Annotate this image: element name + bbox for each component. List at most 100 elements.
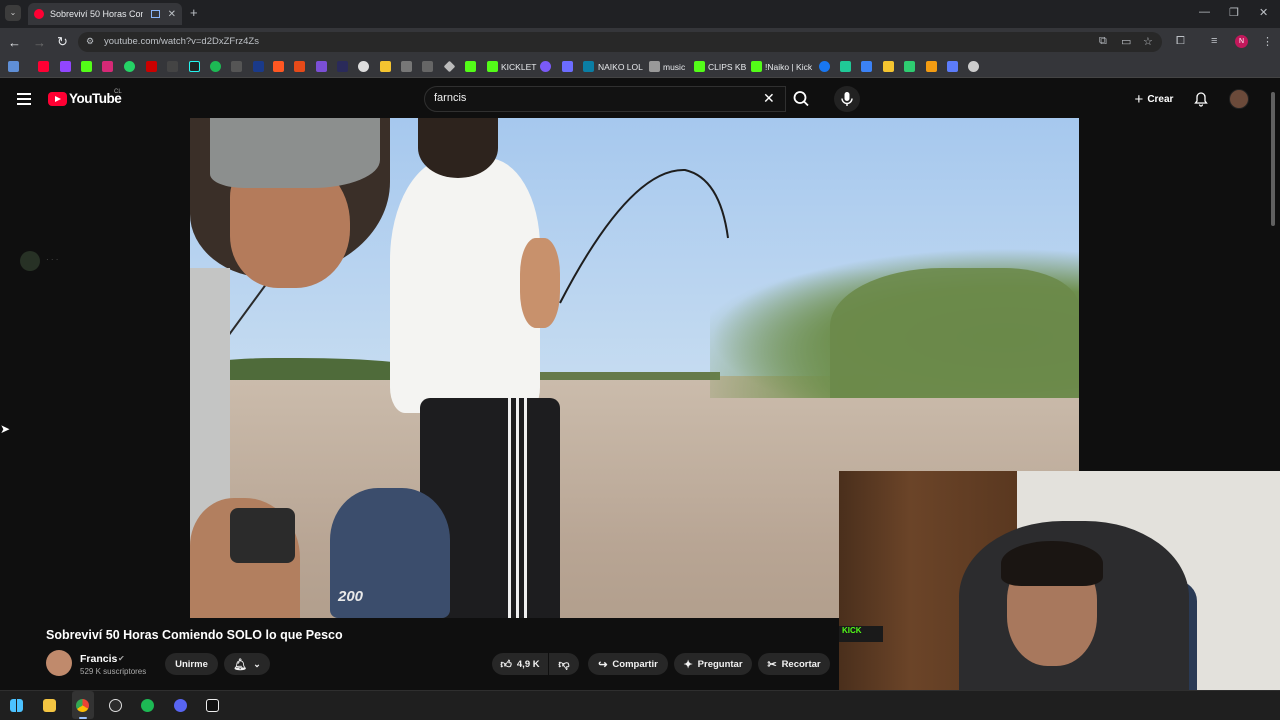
bookmark-music-label[interactable]: music bbox=[663, 62, 685, 72]
bookmark-naiko-kick-label[interactable]: !Naiko | Kick bbox=[765, 62, 812, 72]
ask-button[interactable]: ✦ Preguntar bbox=[674, 653, 752, 675]
bookmark-discord-icon[interactable] bbox=[540, 61, 551, 72]
new-tab-icon[interactable]: + bbox=[190, 5, 198, 20]
restore-icon[interactable]: ❐ bbox=[1229, 6, 1239, 19]
spotify-icon[interactable] bbox=[141, 699, 154, 712]
reload-icon[interactable]: ↻ bbox=[57, 34, 68, 50]
bookmark-kicklet-label[interactable]: KICKLET bbox=[501, 62, 536, 72]
media-control-icon[interactable]: ≡ bbox=[1211, 35, 1217, 47]
bookmark-shield-icon[interactable] bbox=[562, 61, 573, 72]
join-label: Unirme bbox=[175, 658, 208, 670]
channel-name[interactable]: Francis bbox=[80, 653, 117, 665]
bookmark-facebook-icon[interactable] bbox=[819, 61, 830, 72]
youtube-favicon-icon bbox=[34, 9, 44, 19]
site-info-icon[interactable]: ⚙ bbox=[86, 36, 94, 47]
bookmark-s-icon[interactable] bbox=[231, 61, 242, 72]
bookmark-instagram-icon[interactable] bbox=[102, 61, 113, 72]
bookmark-yellow-icon[interactable] bbox=[380, 61, 391, 72]
bookmark-clips-kb-label[interactable]: CLIPS KB bbox=[708, 62, 746, 72]
bookmark-music-icon[interactable] bbox=[649, 61, 660, 72]
chrome-icon[interactable] bbox=[76, 699, 89, 712]
bookmark-twitch-icon[interactable] bbox=[60, 61, 71, 72]
share-button[interactable]: ↪ Compartir bbox=[588, 653, 668, 675]
bookmark-chatgpt-icon[interactable] bbox=[968, 61, 979, 72]
discord-icon[interactable] bbox=[174, 699, 187, 712]
bookmark-kicklet-icon[interactable] bbox=[487, 61, 498, 72]
bookmark-u-icon[interactable] bbox=[926, 61, 937, 72]
minimize-icon[interactable]: — bbox=[1199, 6, 1210, 18]
bookmark-blue-icon[interactable] bbox=[253, 61, 264, 72]
apps-icon[interactable] bbox=[8, 61, 19, 72]
close-window-icon[interactable]: ✕ bbox=[1259, 6, 1268, 19]
bookmark-clips-icon[interactable] bbox=[694, 61, 705, 72]
bookmark-orange-icon[interactable] bbox=[273, 61, 284, 72]
bookmark-naiko-lol-label[interactable]: NAIKO LOL bbox=[598, 62, 643, 72]
sparkle-icon: ✦ bbox=[683, 658, 693, 671]
search-icon bbox=[793, 91, 809, 107]
chevron-down-icon: ⌄ bbox=[253, 658, 261, 669]
join-button[interactable]: Unirme bbox=[165, 653, 218, 675]
translate-icon[interactable]: ⧉ bbox=[1099, 35, 1107, 48]
subscription-bell-button[interactable]: 🔔︎ ⌄ bbox=[224, 653, 270, 675]
notifications-bell-icon[interactable] bbox=[1193, 91, 1209, 112]
thumbs-down-icon: 👎︎ bbox=[558, 658, 570, 671]
search-button[interactable] bbox=[786, 86, 818, 112]
browser-tab-active[interactable]: Sobreviví 50 Horas Comiendo ✕ bbox=[28, 3, 182, 25]
bookmark-purple-icon[interactable] bbox=[316, 61, 327, 72]
youtube-logo-icon[interactable] bbox=[48, 92, 67, 106]
action-camera bbox=[230, 508, 295, 563]
bookmark-naiko-kick-icon[interactable] bbox=[751, 61, 762, 72]
bookmark-spotify-icon[interactable] bbox=[210, 61, 221, 72]
bookmark-plus-icon[interactable] bbox=[904, 61, 915, 72]
bell-icon: 🔔︎ bbox=[233, 658, 248, 671]
bookmark-dark-icon[interactable] bbox=[337, 61, 348, 72]
bookmark-youtube-icon[interactable] bbox=[38, 61, 49, 72]
bookmark-green-icon[interactable] bbox=[465, 61, 476, 72]
windows-start-icon[interactable] bbox=[10, 699, 23, 712]
tab-search-icon[interactable]: ⌄ bbox=[5, 5, 21, 21]
account-avatar[interactable] bbox=[1229, 89, 1249, 109]
verified-check-icon: ✔ bbox=[118, 654, 125, 663]
fisher-arm bbox=[520, 238, 560, 328]
profile-avatar-icon[interactable]: N bbox=[1235, 35, 1248, 48]
bookmark-yellow2-icon[interactable] bbox=[883, 61, 894, 72]
bookmark-tiktok-icon[interactable] bbox=[189, 61, 200, 72]
bookmark-kick-icon[interactable] bbox=[81, 61, 92, 72]
collapsed-sidebar-avatar[interactable] bbox=[20, 251, 40, 271]
bookmark-cat-icon[interactable] bbox=[401, 61, 412, 72]
bookmark-whatsapp-icon[interactable] bbox=[124, 61, 135, 72]
bookmark-lol-icon[interactable] bbox=[583, 61, 594, 72]
bookmark-sync-icon[interactable] bbox=[947, 61, 958, 72]
cast-icon[interactable]: ▭ bbox=[1121, 35, 1131, 48]
channel-avatar[interactable] bbox=[46, 650, 72, 676]
close-tab-icon[interactable]: ✕ bbox=[168, 9, 176, 20]
bookmark-grey-icon[interactable] bbox=[422, 61, 433, 72]
bookmark-star-icon[interactable]: ☆ bbox=[1143, 35, 1153, 48]
search-query[interactable]: farncis bbox=[434, 92, 466, 104]
menu-icon[interactable] bbox=[17, 93, 31, 105]
pants-stripe bbox=[524, 398, 527, 618]
clip-button[interactable]: ✂ Recortar bbox=[758, 653, 830, 675]
bookmark-chart-icon[interactable] bbox=[861, 61, 872, 72]
dislike-button[interactable]: 👎︎ bbox=[549, 653, 579, 675]
voice-search-button[interactable] bbox=[834, 86, 860, 112]
forward-icon[interactable]: → bbox=[33, 35, 46, 50]
clear-search-icon[interactable]: ✕ bbox=[763, 90, 775, 107]
bookmark-x-icon[interactable] bbox=[167, 61, 178, 72]
capcut-icon[interactable] bbox=[206, 699, 219, 712]
bookmark-teal-icon[interactable] bbox=[840, 61, 851, 72]
bookmark-red-icon[interactable] bbox=[146, 61, 157, 72]
file-explorer-icon[interactable] bbox=[43, 699, 56, 712]
page-scrollbar[interactable] bbox=[1271, 92, 1275, 226]
bookmark-orange2-icon[interactable] bbox=[294, 61, 305, 72]
back-icon[interactable]: ← bbox=[8, 35, 21, 50]
plus-icon: + bbox=[1134, 90, 1144, 108]
extensions-icon[interactable]: ⧠ bbox=[1176, 35, 1185, 48]
create-button[interactable]: + Crear bbox=[1125, 87, 1183, 111]
active-app-indicator bbox=[79, 717, 87, 719]
obs-icon[interactable] bbox=[109, 699, 122, 712]
browser-menu-icon[interactable]: ⋮ bbox=[1262, 35, 1273, 48]
like-button[interactable]: 👍︎ 4,9 K bbox=[492, 653, 548, 675]
search-input[interactable] bbox=[424, 86, 786, 112]
bookmark-white-icon[interactable] bbox=[358, 61, 369, 72]
